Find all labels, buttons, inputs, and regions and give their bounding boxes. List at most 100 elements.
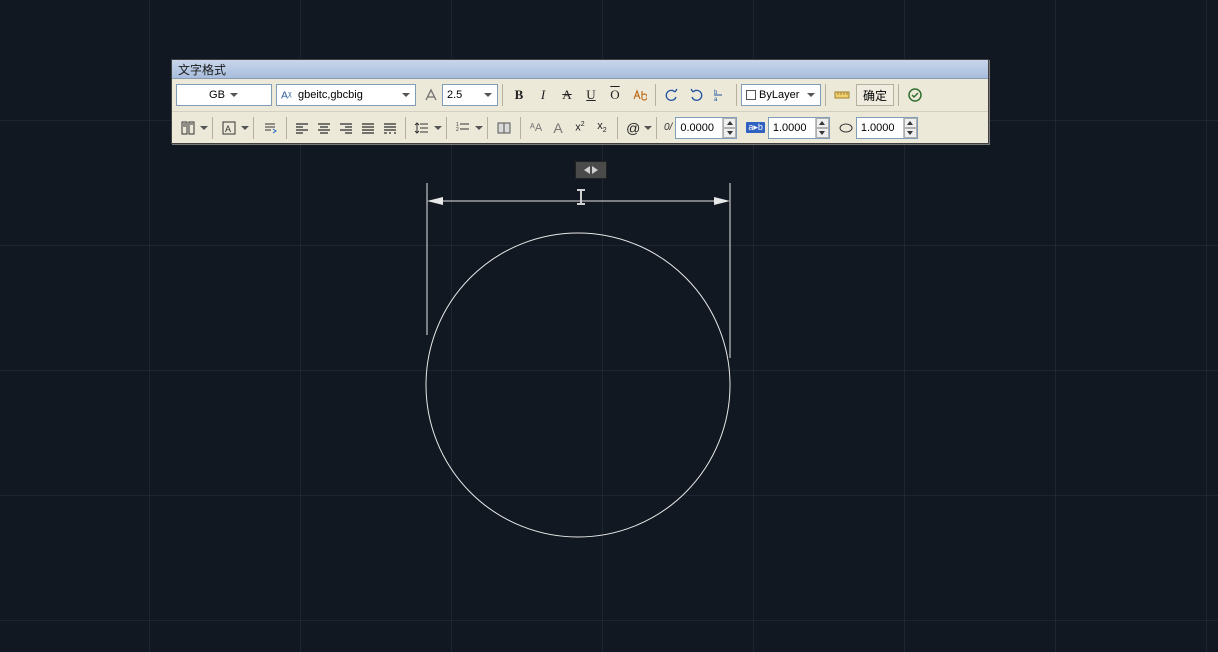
insert-field-button[interactable] — [492, 116, 516, 140]
text-height-combo[interactable]: 2.5 — [442, 84, 498, 106]
separator — [617, 117, 618, 139]
width-factor-spinner[interactable] — [856, 117, 918, 139]
separator — [736, 84, 737, 106]
align-justify-button[interactable] — [357, 116, 379, 140]
separator — [487, 117, 488, 139]
subscript-button[interactable]: x2 — [591, 116, 613, 140]
separator — [446, 117, 447, 139]
uppercase-button[interactable] — [627, 83, 651, 107]
spin-up-icon — [816, 118, 829, 128]
spin-down-icon — [816, 128, 829, 138]
paragraph-icon — [262, 120, 278, 136]
separator — [655, 84, 656, 106]
separator — [656, 117, 657, 139]
toolbar-title[interactable]: 文字格式 — [172, 60, 988, 79]
spinner-buttons[interactable] — [903, 118, 917, 138]
oblique-angle-spinner[interactable] — [675, 117, 737, 139]
separator — [253, 117, 254, 139]
ruler-button[interactable] — [830, 83, 854, 107]
case-icon — [631, 87, 647, 103]
all-caps-button[interactable]: ᴬA — [525, 116, 547, 140]
width-factor-icon — [839, 122, 853, 134]
width-input[interactable] — [859, 119, 903, 137]
annotative-button[interactable] — [420, 83, 442, 107]
font-combo[interactable]: Aᵡ gbeitc,gbcbig — [276, 84, 416, 106]
spin-up-icon — [723, 118, 736, 128]
mtext-justify-button[interactable]: A — [217, 116, 241, 140]
text-editor-handle[interactable] — [575, 161, 607, 179]
text-style-combo[interactable]: GB — [176, 84, 272, 106]
sub-label: x2 — [597, 120, 606, 134]
columns-button[interactable] — [176, 116, 200, 140]
justify-box-icon: A — [221, 120, 237, 136]
align-distribute-button[interactable] — [379, 116, 401, 140]
oblique-input[interactable] — [678, 119, 722, 137]
ok-button[interactable]: 确定 — [856, 84, 894, 106]
align-center-icon — [316, 120, 332, 136]
overline-button[interactable]: O — [603, 83, 627, 107]
text-cursor — [580, 190, 582, 204]
chevron-down-icon — [481, 86, 495, 104]
svg-text:A: A — [225, 124, 231, 134]
underline-button[interactable]: U — [579, 83, 603, 107]
color-combo[interactable]: ByLayer — [741, 84, 821, 106]
numbering-button[interactable]: 12 — [451, 116, 475, 140]
options-button[interactable] — [903, 83, 927, 107]
separator — [520, 117, 521, 139]
chevron-down-icon[interactable] — [644, 119, 652, 137]
redo-icon — [688, 87, 704, 103]
chevron-down-icon — [399, 86, 413, 104]
strike-label: A — [562, 87, 571, 103]
paragraph-button[interactable] — [258, 116, 282, 140]
separator — [405, 117, 406, 139]
italic-button[interactable]: I — [531, 83, 555, 107]
stack-button[interactable]: ba — [708, 83, 732, 107]
spin-down-icon — [723, 128, 736, 138]
align-left-button[interactable] — [291, 116, 313, 140]
color-value: ByLayer — [759, 89, 799, 101]
align-left-icon — [294, 120, 310, 136]
svg-text:a: a — [714, 97, 718, 103]
symbol-button[interactable]: @ — [622, 116, 644, 140]
bigA-label: A — [553, 120, 562, 136]
align-justify-icon — [360, 120, 376, 136]
aA-label: ᴬA — [530, 122, 542, 134]
overline-label: O — [610, 87, 619, 103]
small-caps-button[interactable]: A — [547, 116, 569, 140]
align-dist-icon — [382, 120, 398, 136]
options-icon — [907, 87, 923, 103]
chevron-down-icon — [804, 86, 818, 104]
undo-button[interactable] — [660, 83, 684, 107]
separator — [502, 84, 503, 106]
super-label: x2 — [575, 121, 584, 134]
strikethrough-button[interactable]: A — [555, 83, 579, 107]
chevron-down-icon[interactable] — [241, 119, 249, 137]
tracking-input[interactable] — [771, 119, 815, 137]
font-a-icon: Aᵡ — [281, 88, 295, 102]
spinner-buttons[interactable] — [722, 118, 736, 138]
chevron-down-icon[interactable] — [434, 119, 442, 137]
chevron-down-icon[interactable] — [200, 119, 208, 137]
separator — [825, 84, 826, 106]
text-format-toolbar: 文字格式 GB Aᵡ gbeitc,gbcbig 2.5 B I A U — [171, 59, 989, 144]
redo-button[interactable] — [684, 83, 708, 107]
tracking-spinner[interactable] — [768, 117, 830, 139]
superscript-button[interactable]: x2 — [569, 116, 591, 140]
text-height-value: 2.5 — [447, 89, 462, 101]
separator — [212, 117, 213, 139]
line-spacing-button[interactable] — [410, 116, 434, 140]
align-right-button[interactable] — [335, 116, 357, 140]
align-right-icon — [338, 120, 354, 136]
chevron-down-icon[interactable] — [475, 119, 483, 137]
align-center-button[interactable] — [313, 116, 335, 140]
color-swatch-icon — [746, 90, 756, 100]
chevron-down-icon — [227, 86, 241, 104]
underline-label: U — [586, 87, 595, 103]
spin-down-icon — [904, 128, 917, 138]
numbering-icon: 12 — [455, 120, 471, 136]
bold-button[interactable]: B — [507, 83, 531, 107]
spinner-buttons[interactable] — [815, 118, 829, 138]
ruler-icon — [834, 87, 850, 103]
toolbar-row-2: A 12 ᴬA A x2 — [172, 111, 988, 143]
svg-text:Aᵡ: Aᵡ — [281, 90, 292, 102]
